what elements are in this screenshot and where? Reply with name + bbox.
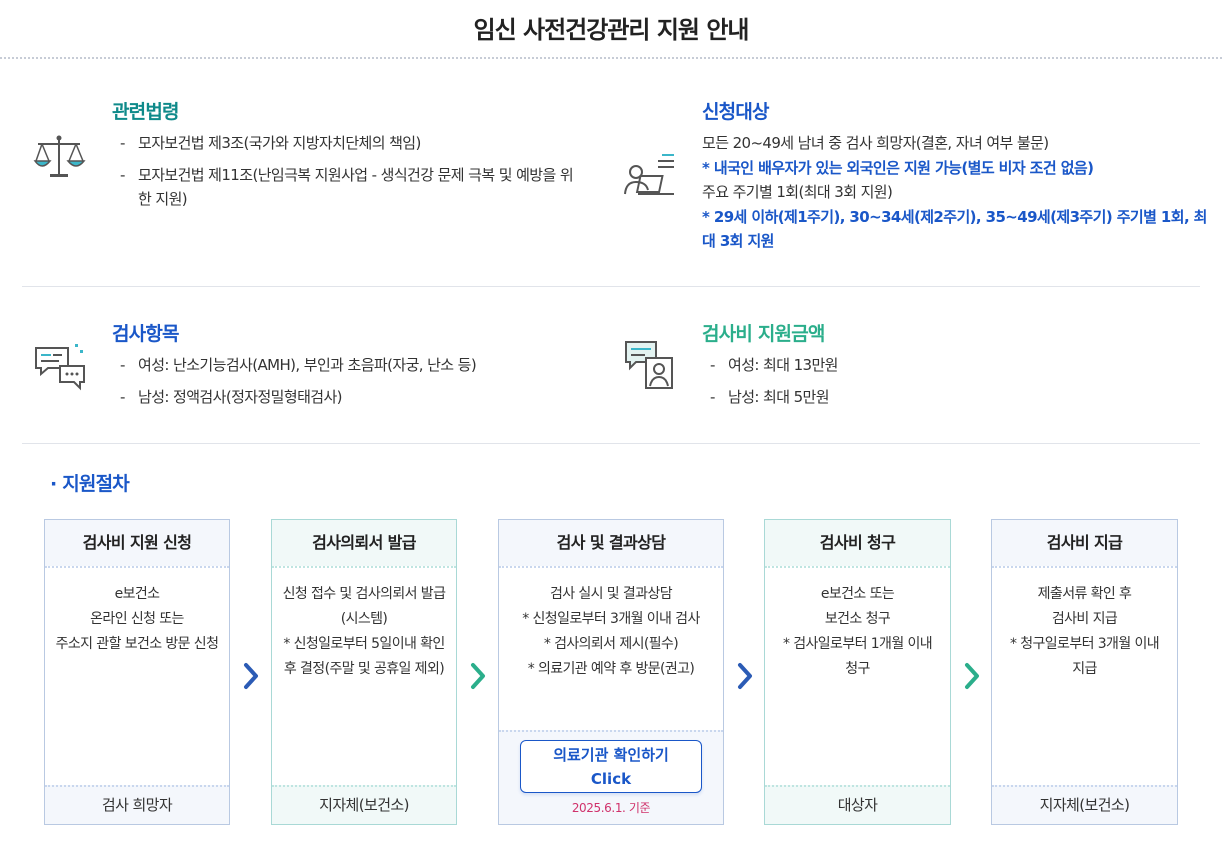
step-actor: 지자체(보건소) xyxy=(992,785,1177,824)
procedure-step-5: 검사비 지급 제출서류 확인 후 검사비 지급 * 청구일로부터 3개월 이내 … xyxy=(991,519,1178,825)
title-divider xyxy=(0,57,1222,59)
step-line: 검사 실시 및 결과상담 xyxy=(549,586,673,602)
consultation-icon xyxy=(622,336,680,394)
chevron-right-icon xyxy=(468,661,488,691)
eligibility-text: 모든 20~49세 남녀 중 검사 희망자(결혼, 자녀 여부 불문) * 내국… xyxy=(702,131,1207,254)
step-line: 신청 접수 및 검사의뢰서 발급 xyxy=(282,586,446,602)
step-line: * 신청일로부터 3개월 이내 검사 xyxy=(522,611,700,627)
list-item: 여성: 난소기능검사(AMH), 부인과 초음파(자궁, 난소 등) xyxy=(116,353,586,377)
amount-heading: 검사비 지원금액 xyxy=(702,323,825,345)
eligibility-line: 주요 주기별 1회(최대 3회 지원) xyxy=(702,183,893,201)
law-heading: 관련법령 xyxy=(112,101,180,123)
list-item: 남성: 최대 5만원 xyxy=(706,385,1176,409)
chevron-right-icon xyxy=(241,661,261,691)
step-actor: 대상자 xyxy=(765,785,950,824)
chevron-right-icon xyxy=(962,661,982,691)
step-title: 검사비 청구 xyxy=(765,520,950,566)
step-description: 제출서류 확인 후 검사비 지급 * 청구일로부터 3개월 이내 지급 xyxy=(992,568,1177,682)
step-line: * 검사일로부터 1개월 이내 xyxy=(782,636,933,652)
step-title: 검사의뢰서 발급 xyxy=(272,520,456,566)
procedure-step-3: 검사 및 결과상담 검사 실시 및 결과상담 * 신청일로부터 3개월 이내 검… xyxy=(498,519,724,825)
step-description: e보건소 온라인 신청 또는 주소지 관할 보건소 방문 신청 xyxy=(45,568,229,657)
step-line: 보건소 청구 xyxy=(824,611,891,627)
section-divider xyxy=(22,443,1200,444)
step-actor: 검사 희망자 xyxy=(45,785,229,824)
step-line: 지급 xyxy=(1072,661,1097,677)
eligibility-note: * 내국인 배우자가 있는 외국인은 지원 가능(별도 비자 조건 없음) xyxy=(702,158,1094,177)
eligibility-note: * 29세 이하(제1주기), 30~34세(제2주기), 35~49세(제3주… xyxy=(702,207,1207,251)
procedure-step-4: 검사비 청구 e보건소 또는 보건소 청구 * 검사일로부터 1개월 이내 청구… xyxy=(764,519,951,825)
step-description: e보건소 또는 보건소 청구 * 검사일로부터 1개월 이내 청구 xyxy=(765,568,950,682)
chat-bubbles-icon xyxy=(32,336,90,394)
tests-heading: 검사항목 xyxy=(112,323,180,345)
step-description: 검사 실시 및 결과상담 * 신청일로부터 3개월 이내 검사 * 검사의뢰서 … xyxy=(499,568,723,682)
button-label: Click xyxy=(590,770,632,788)
chevron-right-icon xyxy=(735,661,755,691)
step-actor: 지자체(보건소) xyxy=(272,785,456,824)
step-title: 검사 및 결과상담 xyxy=(499,520,723,566)
step-line: * 검사의뢰서 제시(필수) xyxy=(543,636,679,652)
step-title: 검사비 지급 xyxy=(992,520,1177,566)
eligibility-line: 모든 20~49세 남녀 중 검사 희망자(결혼, 자녀 여부 불문) xyxy=(702,134,1049,152)
step-action-area: 의료기관 확인하기 Click 2025.6.1. 기준 xyxy=(499,730,723,824)
list-item: 모자보건법 제3조(국가와 지방자치단체의 책임) xyxy=(116,131,586,155)
procedure-title: · 지원절차 xyxy=(50,473,130,495)
tests-list: 여성: 난소기능검사(AMH), 부인과 초음파(자궁, 난소 등) 남성: 정… xyxy=(116,353,586,417)
step-line: e보건소 또는 xyxy=(820,586,895,602)
page-title: 임신 사전건강관리 지원 안내 xyxy=(473,16,749,44)
procedure-step-1: 검사비 지원 신청 e보건소 온라인 신청 또는 주소지 관할 보건소 방문 신… xyxy=(44,519,230,825)
procedure-step-2: 검사의뢰서 발급 신청 접수 및 검사의뢰서 발급 (시스템) * 신청일로부터… xyxy=(271,519,457,825)
applicant-icon xyxy=(622,150,680,208)
button-label: 의료기관 확인하기 xyxy=(553,746,669,764)
step-line: (시스템) xyxy=(340,611,388,627)
step-line: e보건소 xyxy=(114,586,160,602)
step-line: 주소지 관할 보건소 방문 신청 xyxy=(55,636,219,652)
step-line: 검사비 지급 xyxy=(1051,611,1118,627)
amount-list: 여성: 최대 13만원 남성: 최대 5만원 xyxy=(706,353,1176,417)
list-item: 남성: 정액검사(정자정밀형태검사) xyxy=(116,385,586,409)
step-line: * 신청일로부터 5일이내 확인 xyxy=(283,636,445,652)
step-line: 제출서류 확인 후 xyxy=(1037,586,1132,602)
law-list: 모자보건법 제3조(국가와 지방자치단체의 책임) 모자보건법 제11조(난임극… xyxy=(116,131,586,219)
step-description: 신청 접수 및 검사의뢰서 발급 (시스템) * 신청일로부터 5일이내 확인 … xyxy=(272,568,456,682)
step-line: 후 결정(주말 및 공휴일 제외) xyxy=(283,661,445,677)
eligibility-heading: 신청대상 xyxy=(702,101,770,123)
section-divider xyxy=(22,286,1200,287)
step-line: 청구 xyxy=(845,661,870,677)
reference-date: 2025.6.1. 기준 xyxy=(571,801,651,815)
list-item: 여성: 최대 13만원 xyxy=(706,353,1176,377)
step-title: 검사비 지원 신청 xyxy=(45,520,229,566)
medical-institution-check-button[interactable]: 의료기관 확인하기 Click xyxy=(520,740,702,793)
step-line: * 의료기관 예약 후 방문(권고) xyxy=(527,661,695,677)
step-line: 온라인 신청 또는 xyxy=(90,611,184,627)
list-item: 모자보건법 제11조(난임극복 지원사업 - 생식건강 문제 극복 및 예방을 … xyxy=(116,163,586,211)
step-line: * 청구일로부터 3개월 이내 xyxy=(1009,636,1160,652)
scales-icon xyxy=(30,130,88,188)
